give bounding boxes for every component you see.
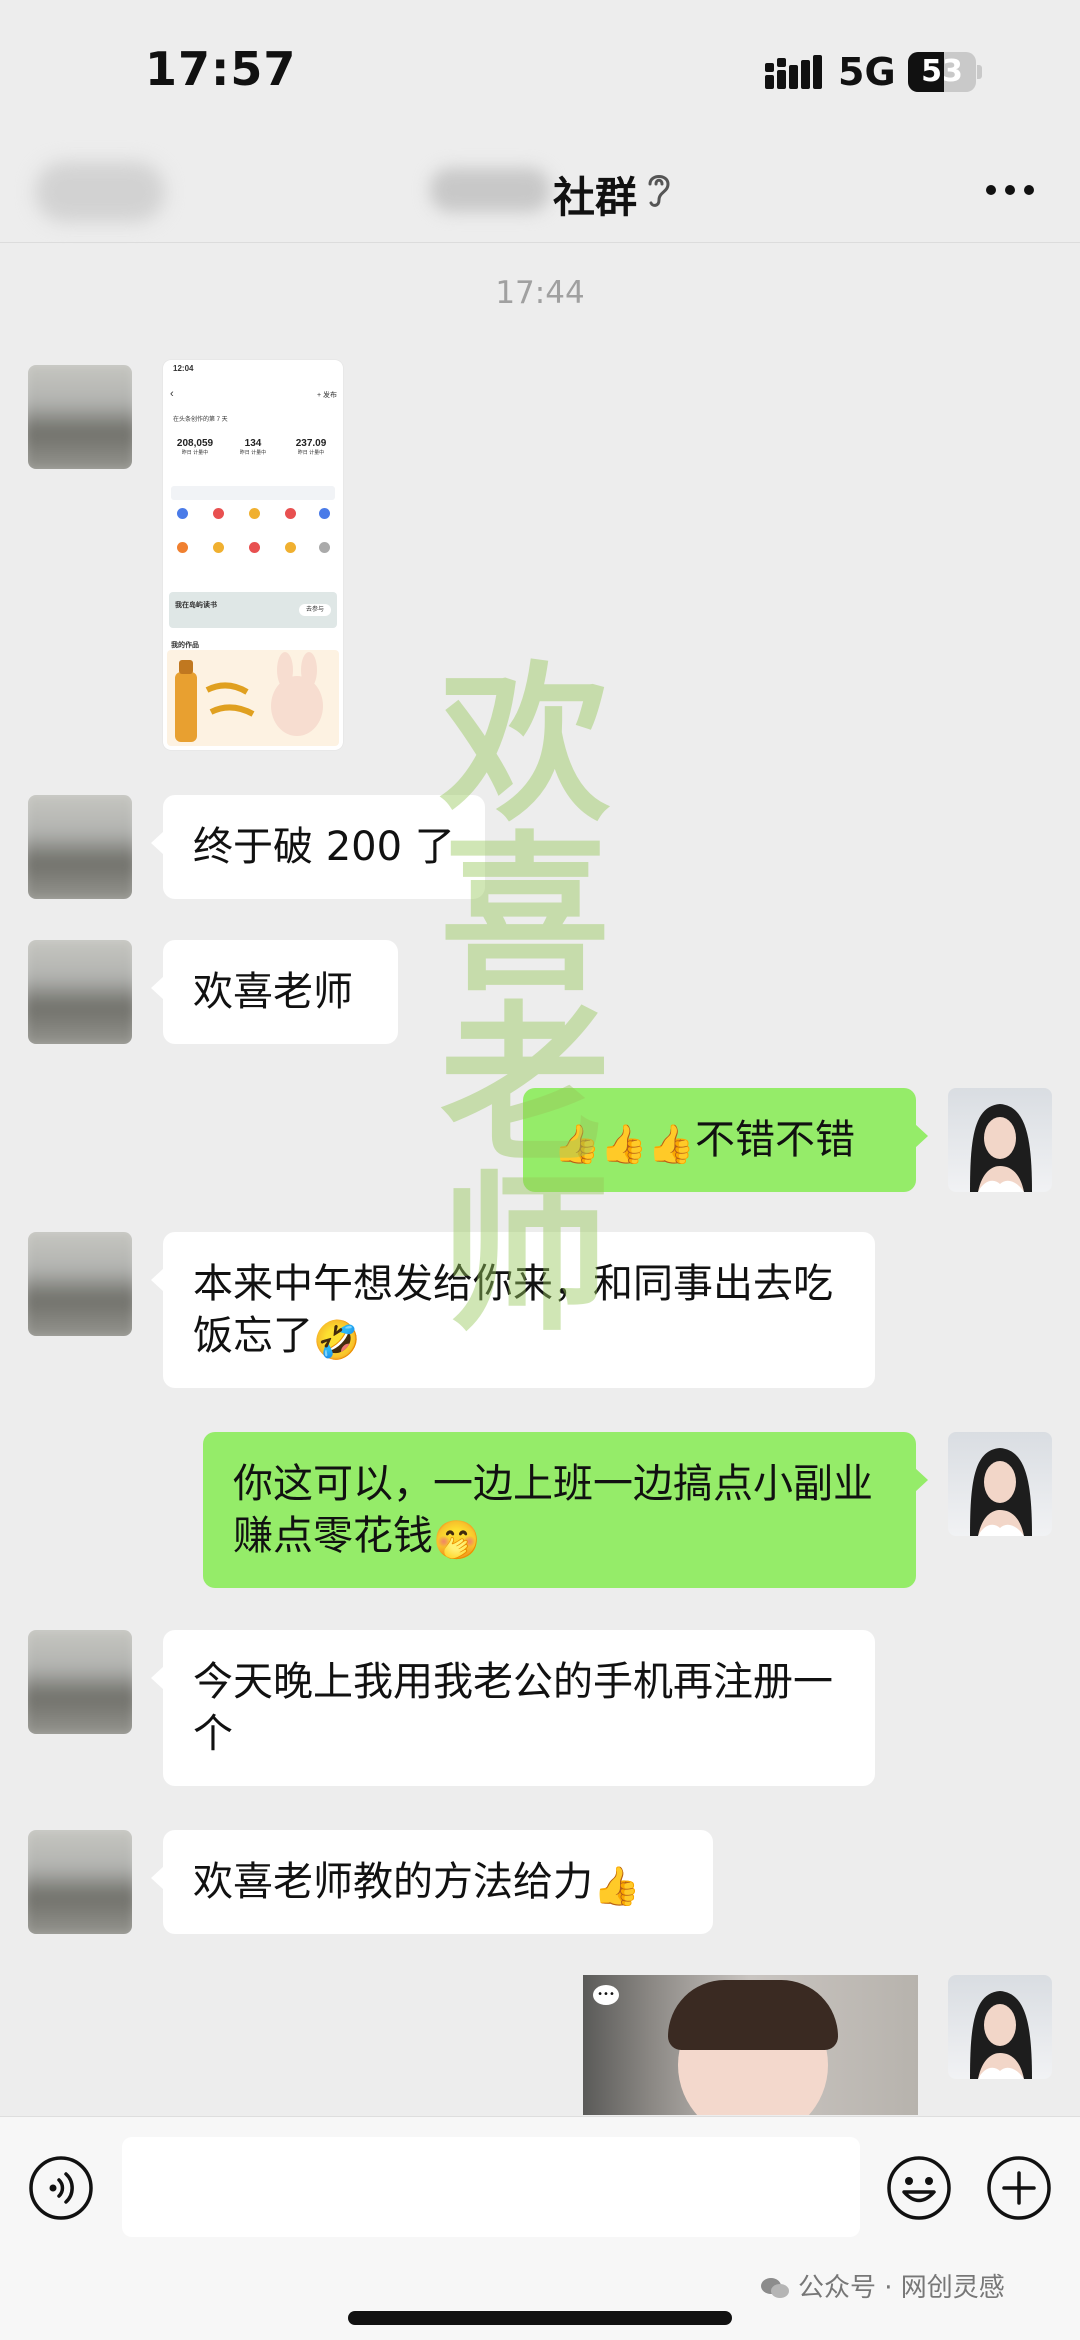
thumb-stat-label: 昨日 计量中 bbox=[297, 450, 325, 456]
message-input[interactable] bbox=[122, 2137, 860, 2237]
message-text: 欢喜老师教的方法给力 bbox=[193, 1859, 593, 1905]
my-avatar[interactable] bbox=[948, 1975, 1052, 2079]
emoji-icon[interactable] bbox=[886, 2155, 952, 2221]
back-button[interactable] bbox=[35, 162, 165, 222]
blurred-title-prefix bbox=[430, 168, 550, 212]
thumb-notice bbox=[171, 486, 335, 500]
thumb-banner-button: 去参与 bbox=[299, 604, 331, 616]
child-hair bbox=[668, 1980, 838, 2050]
message-bubble[interactable]: 👍👍👍不错不错 bbox=[523, 1088, 928, 1192]
message-bubble[interactable]: 本来中午想发给你来，和同事出去吃饭忘了🤣 bbox=[151, 1232, 875, 1388]
thumb-user-line: 在头条创作的第 7 天 bbox=[173, 417, 228, 423]
thumb-stat-label: 昨日 计量中 bbox=[239, 450, 267, 456]
thumb-banner: 我在岛屿读书 去参与 bbox=[169, 592, 337, 628]
message-bubble[interactable]: 终于破 200 了 bbox=[151, 795, 485, 899]
thumb-publish: + 发布 bbox=[316, 392, 337, 399]
thumb-works-label: 我的作品 bbox=[171, 642, 199, 649]
chat-header: 社群 bbox=[0, 140, 1080, 243]
earpiece-mode-icon bbox=[648, 175, 670, 207]
sender-avatar[interactable] bbox=[28, 1232, 132, 1336]
status-time: 17:57 bbox=[145, 42, 297, 96]
my-avatar[interactable] bbox=[948, 1088, 1052, 1192]
thumb-poster bbox=[167, 650, 339, 746]
thumb-stat-value: 208,059 bbox=[176, 438, 214, 449]
screenshot-image-message[interactable]: 12:04 ‹ + 发布 在头条创作的第 7 天 208,059 昨日 计量中 1… bbox=[163, 360, 343, 750]
message-text: 你这可以，一边上班一边搞点小副业赚点零花钱 bbox=[233, 1461, 873, 1559]
status-bar: 17:57 5G 53 bbox=[0, 0, 1080, 140]
voice-input-icon[interactable] bbox=[28, 2155, 94, 2221]
thumb-stat-value: 237.09 bbox=[295, 438, 327, 449]
screenshot-thumbnail: 12:04 ‹ + 发布 在头条创作的第 7 天 208,059 昨日 计量中 1… bbox=[163, 360, 343, 750]
plus-icon[interactable] bbox=[986, 2155, 1052, 2221]
sticker-image-message[interactable]: ••• bbox=[583, 1975, 918, 2115]
face-hand-over-mouth-icon: 🤭 bbox=[433, 1518, 481, 1562]
sender-avatar[interactable] bbox=[28, 365, 132, 469]
thumb-banner-text: 我在岛屿读书 bbox=[175, 602, 217, 609]
blurred-back-label bbox=[35, 162, 165, 222]
message-text: 终于破 200 了 bbox=[193, 824, 455, 870]
wechat-public-account-mark: 公众号 · 网创灵感 bbox=[760, 2267, 1005, 2304]
message-text: 欢喜老师 bbox=[193, 969, 353, 1015]
sender-avatar[interactable] bbox=[28, 940, 132, 1044]
signal-icon bbox=[765, 55, 822, 89]
input-bar: 公众号 · 网创灵感 bbox=[0, 2116, 1080, 2340]
sender-avatar[interactable] bbox=[28, 1830, 132, 1934]
thumb-stat-label: 昨日 计量中 bbox=[181, 450, 209, 456]
message-timestamp: 17:44 bbox=[495, 275, 585, 311]
battery-icon: 53 bbox=[908, 52, 983, 92]
thumb-time: 12:04 bbox=[173, 364, 194, 373]
thumb-back-icon: ‹ bbox=[170, 388, 174, 400]
message-bubble[interactable]: 欢喜老师 bbox=[151, 940, 398, 1044]
sender-avatar[interactable] bbox=[28, 795, 132, 899]
network-type: 5G bbox=[838, 50, 896, 94]
sender-avatar[interactable] bbox=[28, 1630, 132, 1734]
message-bubble[interactable]: 今天晚上我用我老公的手机再注册一个 bbox=[151, 1630, 875, 1786]
message-text: 本来中午想发给你来，和同事出去吃饭忘了 bbox=[193, 1261, 833, 1359]
wechat-mark-text: 公众号 · 网创灵感 bbox=[798, 2273, 1005, 2303]
thumbs-up-icon: 👍 bbox=[593, 1864, 641, 1908]
more-options-icon[interactable] bbox=[982, 168, 1038, 212]
message-text: 今天晚上我用我老公的手机再注册一个 bbox=[193, 1659, 833, 1757]
thumb-stat-value: 134 bbox=[244, 438, 262, 449]
home-indicator[interactable] bbox=[348, 2311, 732, 2325]
laughing-crying-icon: 🤣 bbox=[313, 1318, 361, 1362]
thumbs-up-icon: 👍👍👍 bbox=[553, 1122, 695, 1166]
speech-bubble-icon: ••• bbox=[593, 1985, 619, 2005]
message-bubble[interactable]: 欢喜老师教的方法给力👍 bbox=[151, 1830, 713, 1934]
my-avatar[interactable] bbox=[948, 1432, 1052, 1536]
wechat-logo-icon bbox=[761, 2278, 789, 2298]
message-bubble[interactable]: 你这可以，一边上班一边搞点小副业赚点零花钱🤭 bbox=[203, 1432, 928, 1588]
message-text: 不错不错 bbox=[694, 1117, 855, 1163]
chat-title: 社群 bbox=[553, 173, 638, 222]
battery-level: 53 bbox=[921, 54, 963, 89]
